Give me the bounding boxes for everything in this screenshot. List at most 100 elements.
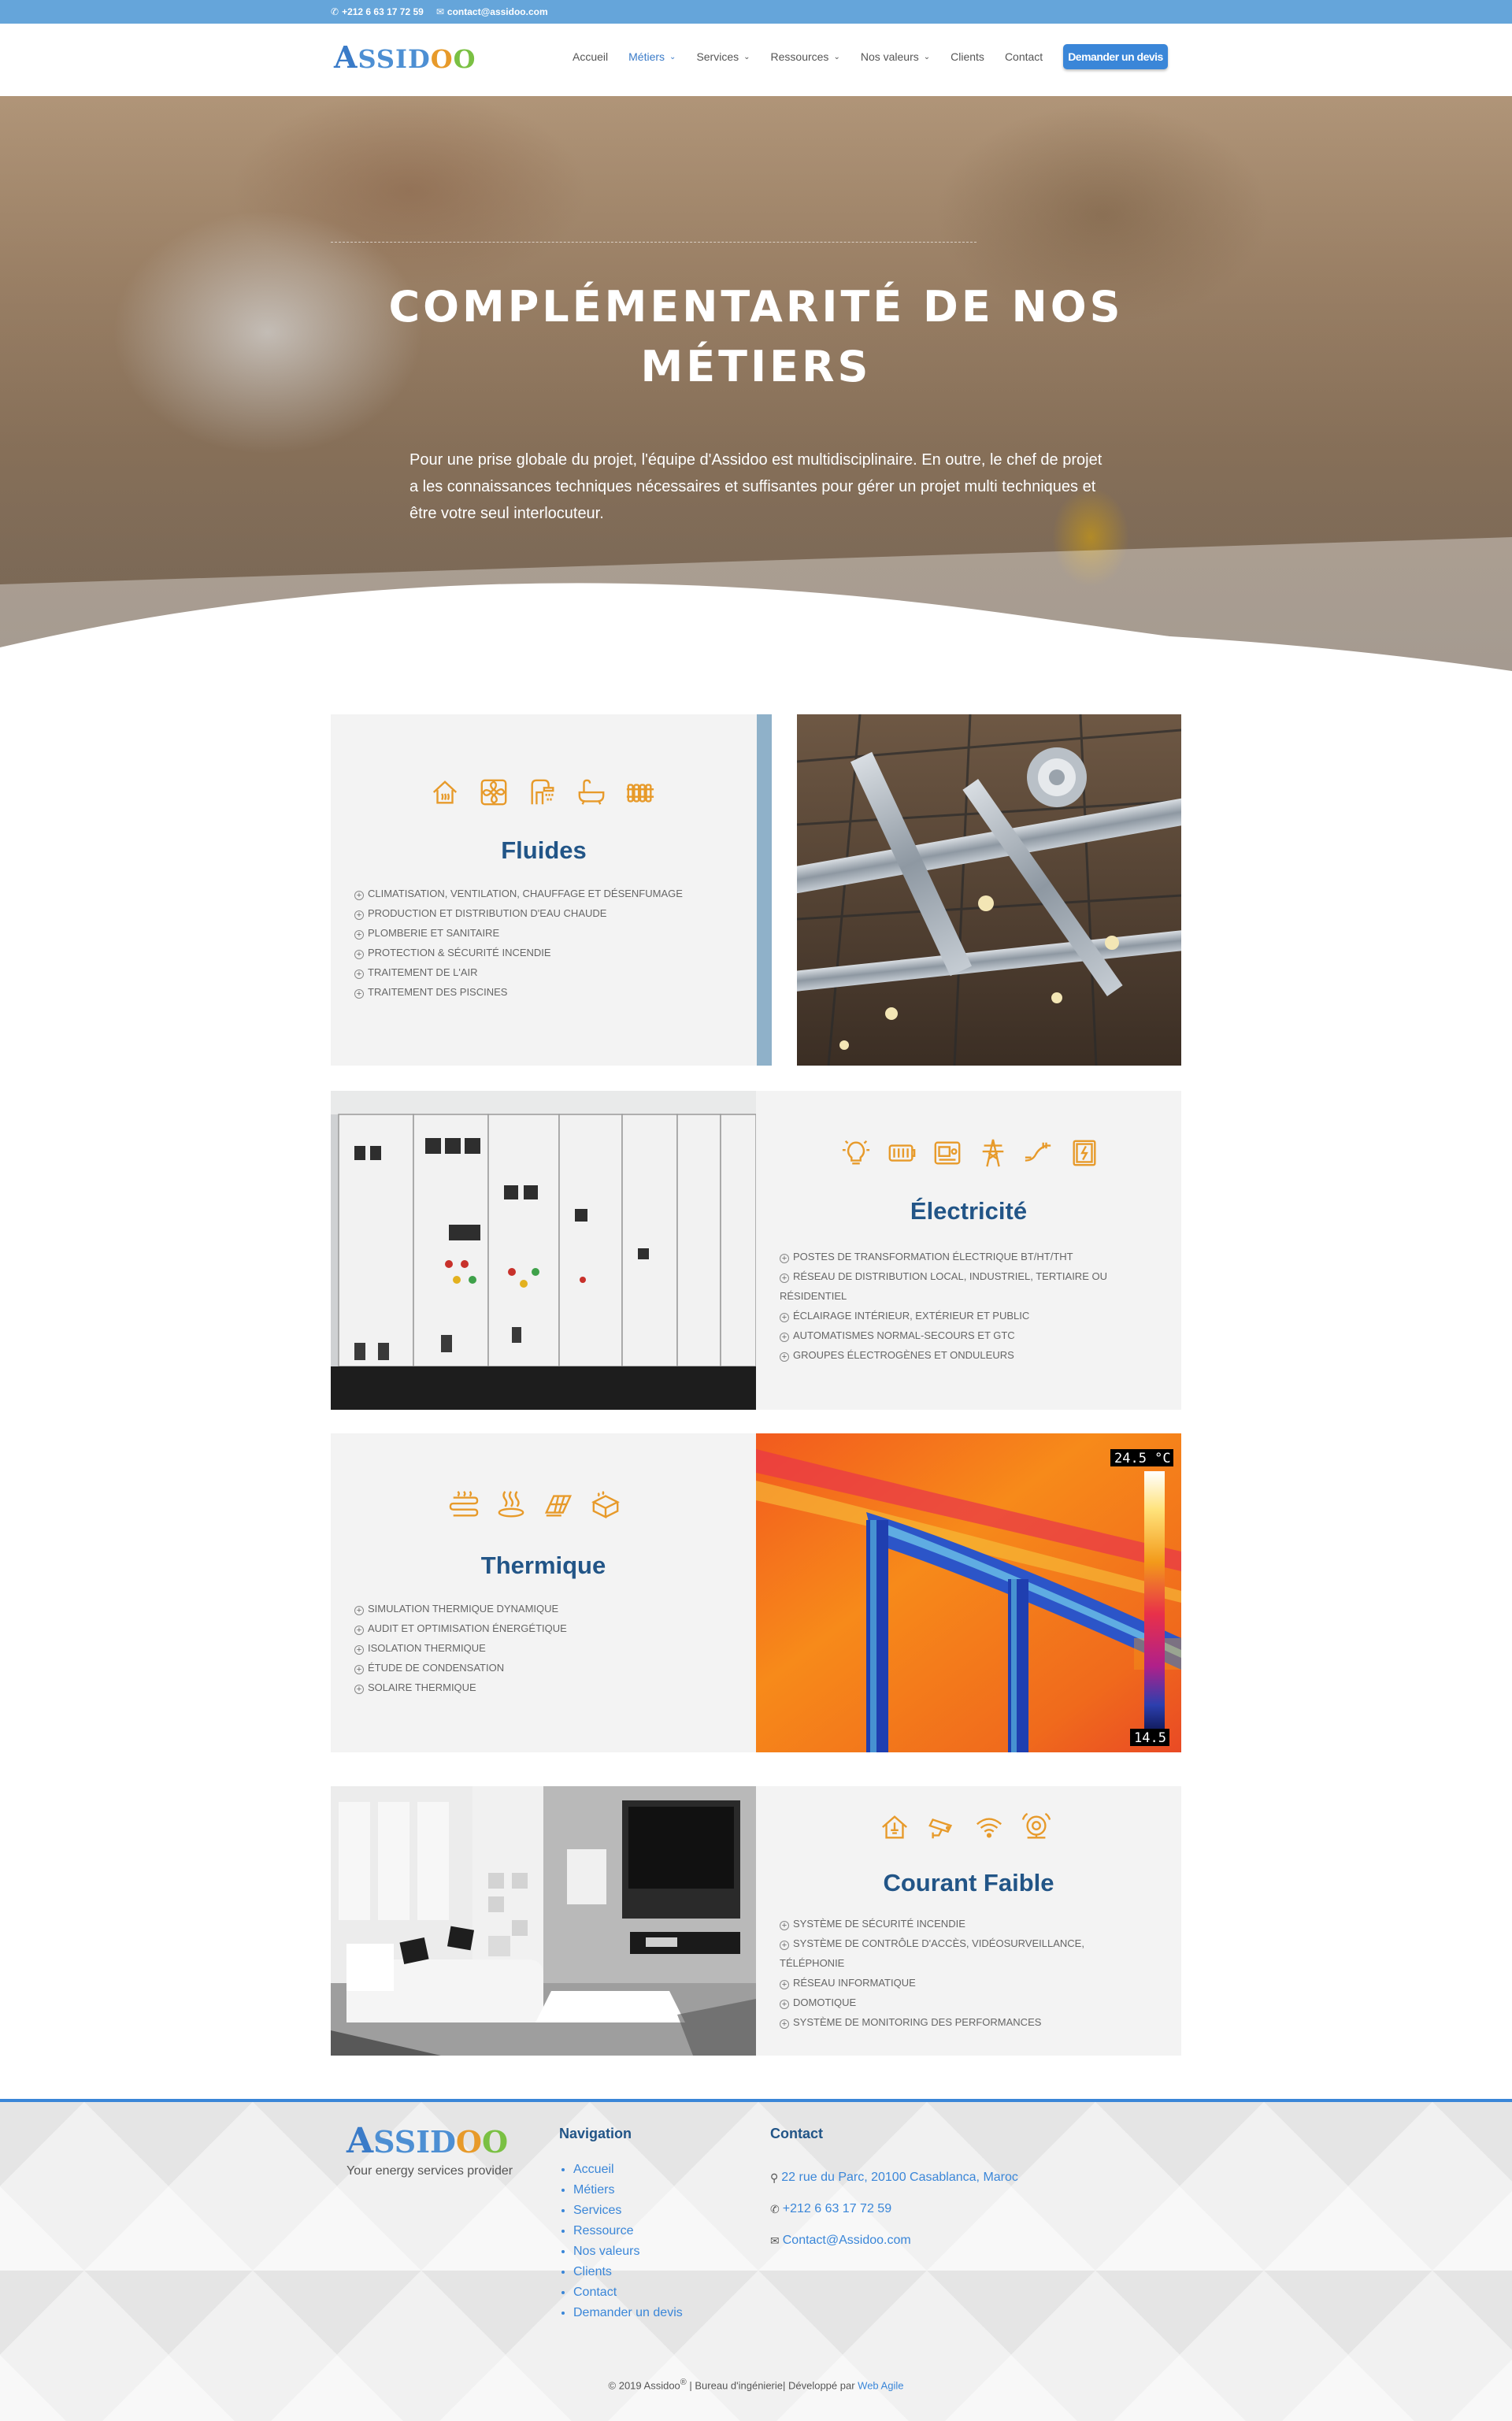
hero-wave-divider [0, 537, 1512, 681]
list-item-text: Système de sécurité incendie [793, 1918, 965, 1930]
plus-circle-icon: + [354, 970, 364, 979]
service-list: + Climatisation, ventilation, chauffage e… [354, 884, 683, 1002]
plus-circle-icon: + [780, 1980, 789, 1989]
fan-icon [480, 779, 507, 806]
living-room-photo [331, 1786, 756, 2056]
footer-link-contact[interactable]: Contact [573, 2282, 683, 2303]
top-bar: ✆ +212 6 63 17 72 59 ✉ contact@assidoo.com [0, 0, 1512, 24]
footer-navigation: Navigation Accueil Métiers Services Ress… [559, 2126, 683, 2323]
heat-plate-icon [498, 1491, 524, 1518]
plus-circle-icon: + [354, 989, 364, 999]
site-logo[interactable]: A SSID O O [334, 39, 476, 75]
list-item: + Traitement de l'air [354, 962, 683, 982]
footer-link-clients[interactable]: Clients [573, 2262, 683, 2282]
list-item: + Solaire thermique [354, 1678, 567, 1697]
bathtub-icon [578, 779, 605, 805]
footer-link-nos-valeurs[interactable]: Nos valeurs [573, 2241, 683, 2262]
footer-link-accueil[interactable]: Accueil [573, 2160, 683, 2180]
list-item-text: Production et distribution d'eau chaude [368, 907, 607, 919]
service-fluides: Fluides + Climatisation, ventilation, cha… [331, 714, 1181, 1066]
ductwork-illustration [797, 714, 1181, 1066]
request-quote-button[interactable]: Demander un devis [1063, 44, 1168, 69]
service-title: Thermique [480, 1552, 606, 1579]
top-email[interactable]: ✉ contact@assidoo.com [436, 6, 548, 17]
ductwork-photo [797, 714, 1181, 1066]
nav-item-nos-valeurs[interactable]: Nos valeurs ⌄ [861, 50, 930, 63]
list-item: + Simulation thermique dynamique [354, 1599, 567, 1618]
list-item-text: Climatisation, ventilation, chauffage et… [368, 888, 683, 899]
nav-item-clients[interactable]: Clients [951, 50, 984, 63]
power-pylon-icon [982, 1139, 1004, 1167]
list-item: + Étude de condensation [354, 1658, 567, 1678]
list-item: + Domotique [780, 1993, 1110, 2012]
nav-item-ressources[interactable]: Ressources ⌄ [771, 50, 840, 63]
footer-address[interactable]: ⚲ 22 rue du Parc, 20100 Casablanca, Maroc [770, 2171, 1018, 2185]
nav-label: Accueil [573, 50, 609, 63]
nav-label: Métiers [628, 50, 665, 63]
nav-item-contact[interactable]: Contact [1005, 50, 1043, 63]
footer-contact: Contact ⚲ 22 rue du Parc, 20100 Casablanc… [770, 2126, 1018, 2265]
chevron-down-icon: ⌄ [833, 52, 840, 61]
developer-link[interactable]: Web Agile [858, 2379, 903, 2391]
map-pin-icon: ⚲ [770, 2171, 779, 2184]
smart-home-icon [882, 1815, 907, 1839]
footer-email-text: Contact@Assidoo.com [782, 2234, 911, 2247]
footer-link-services[interactable]: Services [573, 2200, 683, 2221]
service-icons [880, 1812, 1051, 1842]
nav-item-services[interactable]: Services ⌄ [696, 50, 750, 63]
footer-link-metiers[interactable]: Métiers [573, 2180, 683, 2200]
heat-coil-icon [449, 1491, 479, 1517]
top-phone[interactable]: ✆ +212 6 63 17 72 59 [331, 6, 424, 17]
service-icons [449, 1490, 621, 1520]
list-item-text: Système de contrôle d'accès, vidéosurvei… [780, 1937, 1084, 1969]
plus-circle-icon: + [780, 1254, 789, 1263]
battery-icon [888, 1144, 916, 1162]
nav-label: Services [696, 50, 739, 63]
site-footer: A SSID O O Your energy services provider Na… [0, 2099, 1512, 2421]
list-item: + Postes de transformation électrique BT/… [780, 1247, 1150, 1266]
list-item-text: Domotique [793, 1996, 857, 2008]
list-item: + Système de sécurité incendie [780, 1914, 1110, 1933]
solar-panel-icon [544, 1495, 573, 1517]
list-item: + Climatisation, ventilation, chauffage e… [354, 884, 683, 903]
registered-mark: ® [680, 2378, 687, 2387]
footer-nav-title: Navigation [559, 2126, 632, 2141]
envelope-icon: ✉ [435, 6, 444, 17]
footer-link-devis[interactable]: Demander un devis [573, 2303, 683, 2323]
list-item: + Production et distribution d'eau chaude [354, 903, 683, 923]
footer-contact-title: Contact [770, 2126, 823, 2141]
service-panel [331, 1433, 756, 1752]
service-icons [430, 777, 655, 807]
nav-item-metiers[interactable]: Métiers ⌄ [628, 50, 676, 63]
footer-brand: A SSID O O Your energy services provider [346, 2121, 513, 2178]
list-item: + Isolation thermique [354, 1638, 567, 1658]
lightbulb-icon [842, 1140, 870, 1165]
plus-circle-icon: + [354, 1645, 364, 1655]
list-item-text: Audit et optimisation énergétique [368, 1622, 567, 1634]
list-item-text: Système de monitoring des performances [793, 2016, 1042, 2028]
service-title: Fluides [501, 836, 587, 864]
list-item-text: Simulation thermique dynamique [368, 1603, 559, 1615]
nav-item-accueil[interactable]: Accueil [573, 50, 608, 63]
list-item-text: Solaire thermique [368, 1681, 476, 1693]
thermal-max-label: 24.5 °C [1114, 1451, 1171, 1466]
chevron-down-icon: ⌄ [669, 52, 676, 61]
footer-email[interactable]: ✉ Contact@Assidoo.com [770, 2234, 1018, 2248]
radiator-icon [626, 784, 654, 803]
service-title: Courant Faible [883, 1869, 1054, 1896]
footer-link-ressource[interactable]: Ressource [573, 2221, 683, 2241]
service-list: + Simulation thermique dynamique + Audit e… [354, 1599, 567, 1697]
envelope-icon: ✉ [770, 2234, 780, 2247]
list-item: + Automatismes normal-secours et GTC [780, 1325, 1150, 1345]
main-nav: Accueil Métiers ⌄ Services ⌄ Ressources ⌄ N… [573, 44, 1168, 69]
wifi-icon [976, 1818, 1002, 1838]
footer-phone[interactable]: ✆ +212 6 63 17 72 59 [770, 2202, 1018, 2216]
list-item-text: Traitement de l'air [368, 966, 478, 978]
footer-logo[interactable]: A SSID O O [346, 2121, 513, 2161]
thermal-camera-photo: 24.5 °C 14.5 [756, 1433, 1181, 1752]
phone-icon: ✆ [331, 6, 339, 17]
top-email-text: contact@assidoo.com [447, 6, 548, 17]
service-thermique: Thermique + Simulation thermique dynamiqu… [331, 1433, 1181, 1752]
copyright-rest: | Bureau d'ingénierie| Développé par [686, 2379, 858, 2392]
nav-label: Clients [951, 50, 984, 63]
